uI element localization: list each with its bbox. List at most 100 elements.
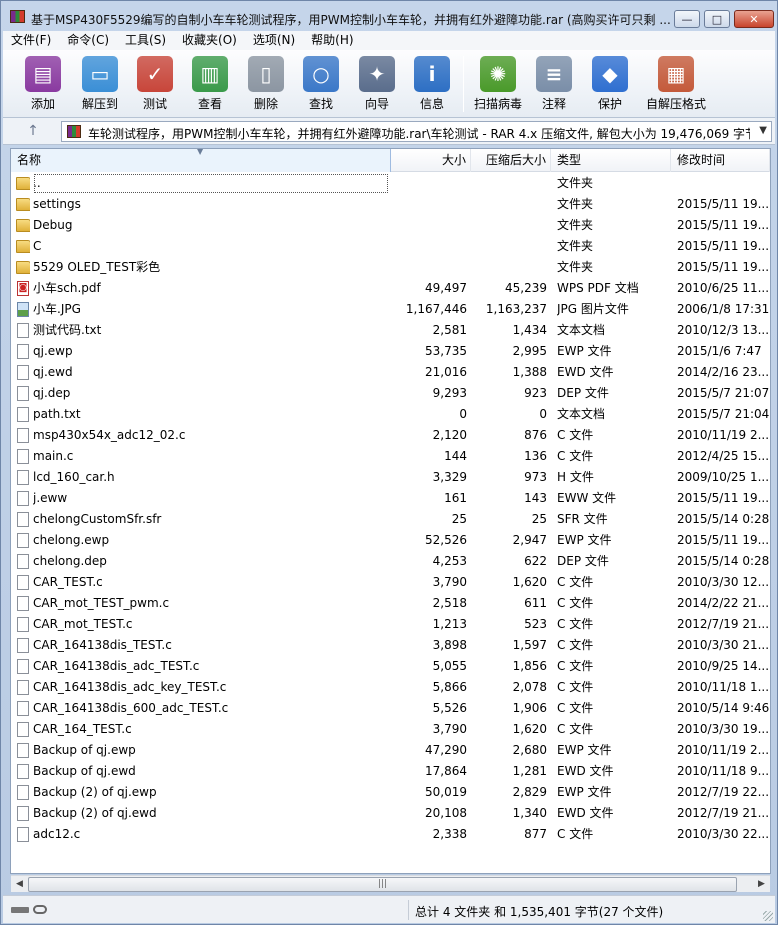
menu-commands[interactable]: 命令(C) (59, 31, 117, 50)
toolbar-button-7[interactable]: i 信息 (405, 54, 459, 114)
file-name: qj.dep (33, 386, 71, 400)
scroll-left-icon[interactable]: ◀ (11, 877, 28, 892)
menu-tools[interactable]: 工具(S) (117, 31, 174, 50)
file-row[interactable]: 测试代码.txt 2,581 1,434 文本文档 2010/12/3 13... (11, 320, 770, 341)
toolbar-button-6[interactable]: ✦ 向导 (350, 54, 404, 114)
file-type: EWD 文件 (557, 806, 614, 820)
toolbar: ▤ 添加 ▭ 解压到 ✓ 测试 ▥ 查看 ▯ 删除 ○ 查找 ✦ 向导 i 信息 ✺ 扫描病毒 ≡ 注释 ◆ 保护 ▦ 自解压… (3, 50, 775, 118)
up-arrow-icon[interactable]: ↑ (23, 121, 43, 141)
file-row[interactable]: path.txt 0 0 文本文档 2015/5/7 21:04 (11, 404, 770, 425)
menu-help[interactable]: 帮助(H) (303, 31, 361, 50)
file-name: C (33, 239, 42, 253)
file-row[interactable]: 5529 OLED_TEST彩色 文件夹 2015/5/11 19... (11, 257, 770, 278)
resize-grip-icon[interactable] (763, 911, 773, 921)
file-row[interactable]: msp430x54x_adc12_02.c 2,120 876 C 文件 2010/11… (11, 425, 770, 446)
file-row[interactable]: CAR_164138dis_adc_key_TEST.c 5,866 2,078 C … (11, 677, 770, 698)
file-row[interactable]: adc12.c 2,338 877 C 文件 2010/3/30 22... (11, 824, 770, 845)
maximize-button[interactable]: □ (704, 10, 730, 28)
toolbar-button-9[interactable]: ≡ 注释 (527, 54, 581, 114)
address-field[interactable]: 车轮测试程序，用PWM控制小车车轮，并拥有红外避障功能.rar\车轮测试 - R… (61, 121, 772, 142)
document-icon (16, 407, 30, 422)
file-row[interactable]: CAR_164138dis_TEST.c 3,898 1,597 C 文件 2010/3… (11, 635, 770, 656)
file-type: EWP 文件 (557, 743, 612, 757)
scroll-right-icon[interactable]: ▶ (753, 877, 770, 892)
file-row[interactable]: CAR_mot_TEST.c 1,213 523 C 文件 2012/7/19 21..… (11, 614, 770, 635)
column-packed[interactable]: 压缩后大小 (471, 149, 551, 172)
file-row[interactable]: Backup of qj.ewd 17,864 1,281 EWD 文件 2010/11… (11, 761, 770, 782)
file-row[interactable]: settings 文件夹 2015/5/11 19... (11, 194, 770, 215)
close-button[interactable]: ✕ (734, 10, 774, 28)
title-bar[interactable]: 基于MSP430F5529编写的自制小车车轮测试程序，用PWM控制小车车轮，并拥… (1, 1, 777, 31)
toolbar-button-8[interactable]: ✺ 扫描病毒 (471, 54, 525, 114)
file-size (391, 215, 467, 236)
file-type: 文件夹 (557, 239, 594, 253)
toolbar-button-1[interactable]: ▭ 解压到 (73, 54, 127, 114)
file-row[interactable]: lcd_160_car.h 3,329 973 H 文件 2009/10/25 1... (11, 467, 770, 488)
file-row[interactable]: CAR_164_TEST.c 3,790 1,620 C 文件 2010/3/30 19… (11, 719, 770, 740)
winrar-window: 基于MSP430F5529编写的自制小车车轮测试程序，用PWM控制小车车轮，并拥… (0, 0, 778, 925)
file-packed-size (471, 194, 547, 215)
file-modified: 2015/5/11 19... (677, 218, 769, 232)
file-row[interactable]: chelongCustomSfr.sfr 25 25 SFR 文件 2015/5/14 … (11, 509, 770, 530)
file-packed-size: 2,829 (512, 785, 547, 799)
document-icon (16, 638, 30, 653)
file-row[interactable]: qj.ewp 53,735 2,995 EWP 文件 2015/1/6 7:47 (11, 341, 770, 362)
file-size: 3,329 (432, 470, 467, 484)
folder-icon (16, 197, 30, 212)
minimize-button[interactable]: — (674, 10, 700, 28)
file-row[interactable]: .. 文件夹 (11, 173, 770, 194)
scroll-thumb[interactable]: ||| (28, 877, 737, 892)
file-row[interactable]: chelong.ewp 52,526 2,947 EWP 文件 2015/5/11 19… (11, 530, 770, 551)
menu-options[interactable]: 选项(N) (245, 31, 303, 50)
file-row[interactable]: CAR_164138dis_600_adc_TEST.c 5,526 1,906 C … (11, 698, 770, 719)
file-name: chelong.dep (33, 554, 107, 568)
address-bar: ↑ 车轮测试程序，用PWM控制小车车轮，并拥有红外避障功能.rar\车轮测试 -… (3, 118, 775, 145)
file-modified: 2015/5/11 19... (677, 260, 769, 274)
file-row[interactable]: Backup (2) of qj.ewp 50,019 2,829 EWP 文件 201… (11, 782, 770, 803)
file-packed-size: 523 (524, 617, 547, 631)
toolbar-button-0[interactable]: ▤ 添加 (16, 54, 70, 114)
toolbar-button-11[interactable]: ▦ 自解压格式 (643, 54, 709, 114)
file-row[interactable]: CAR_TEST.c 3,790 1,620 C 文件 2010/3/30 12... (11, 572, 770, 593)
file-size: 50,019 (425, 785, 467, 799)
menu-file[interactable]: 文件(F) (3, 31, 59, 50)
file-row[interactable]: j.eww 161 143 EWW 文件 2015/5/11 19... (11, 488, 770, 509)
file-row[interactable]: CAR_164138dis_adc_TEST.c 5,055 1,856 C 文件 20… (11, 656, 770, 677)
file-packed-size: 136 (524, 449, 547, 463)
drive-key-icon[interactable] (11, 904, 49, 915)
column-date[interactable]: 修改时间 (671, 149, 770, 172)
file-row[interactable]: qj.ewd 21,016 1,388 EWD 文件 2014/2/16 23... (11, 362, 770, 383)
file-row[interactable]: ◙ 小车sch.pdf 49,497 45,239 WPS PDF 文档 2010/6/2… (11, 278, 770, 299)
file-row[interactable]: Backup (2) of qj.ewd 20,108 1,340 EWD 文件 201… (11, 803, 770, 824)
menu-favorites[interactable]: 收藏夹(O) (174, 31, 245, 50)
file-row[interactable]: qj.dep 9,293 923 DEP 文件 2015/5/7 21:07 (11, 383, 770, 404)
extract-folder-icon: ▭ (82, 56, 118, 92)
file-packed-size: 1,620 (512, 722, 547, 736)
file-name: 小车sch.pdf (33, 281, 101, 295)
toolbar-separator (463, 56, 464, 112)
chevron-down-icon[interactable]: ▼ (759, 125, 767, 136)
toolbar-button-label: 删除 (253, 97, 278, 111)
column-type[interactable]: 类型 (551, 149, 671, 172)
toolbar-button-3[interactable]: ▥ 查看 (183, 54, 237, 114)
column-size[interactable]: 大小 (391, 149, 471, 172)
file-row[interactable]: CAR_mot_TEST_pwm.c 2,518 611 C 文件 2014/2/22 … (11, 593, 770, 614)
file-row[interactable]: chelong.dep 4,253 622 DEP 文件 2015/5/14 0:28 (11, 551, 770, 572)
toolbar-button-10[interactable]: ◆ 保护 (583, 54, 637, 114)
document-icon (16, 554, 30, 569)
file-name: chelongCustomSfr.sfr (33, 512, 162, 526)
toolbar-button-2[interactable]: ✓ 测试 (128, 54, 182, 114)
file-size: 2,120 (432, 428, 467, 442)
toolbar-button-5[interactable]: ○ 查找 (294, 54, 348, 114)
file-row[interactable]: main.c 144 136 C 文件 2012/4/25 15... (11, 446, 770, 467)
file-modified: 2015/5/11 19... (677, 239, 769, 253)
file-row[interactable]: 小车.JPG 1,167,446 1,163,237 JPG 图片文件 2006/1/8… (11, 299, 770, 320)
file-packed-size: 973 (524, 470, 547, 484)
toolbar-button-4[interactable]: ▯ 删除 (239, 54, 293, 114)
file-row[interactable]: Backup of qj.ewp 47,290 2,680 EWP 文件 2010/11… (11, 740, 770, 761)
file-row[interactable]: Debug 文件夹 2015/5/11 19... (11, 215, 770, 236)
document-icon (16, 743, 30, 758)
horizontal-scrollbar[interactable]: ◀ ||| ▶ (11, 875, 770, 892)
file-row[interactable]: C 文件夹 2015/5/11 19... (11, 236, 770, 257)
file-name: CAR_TEST.c (33, 575, 103, 589)
